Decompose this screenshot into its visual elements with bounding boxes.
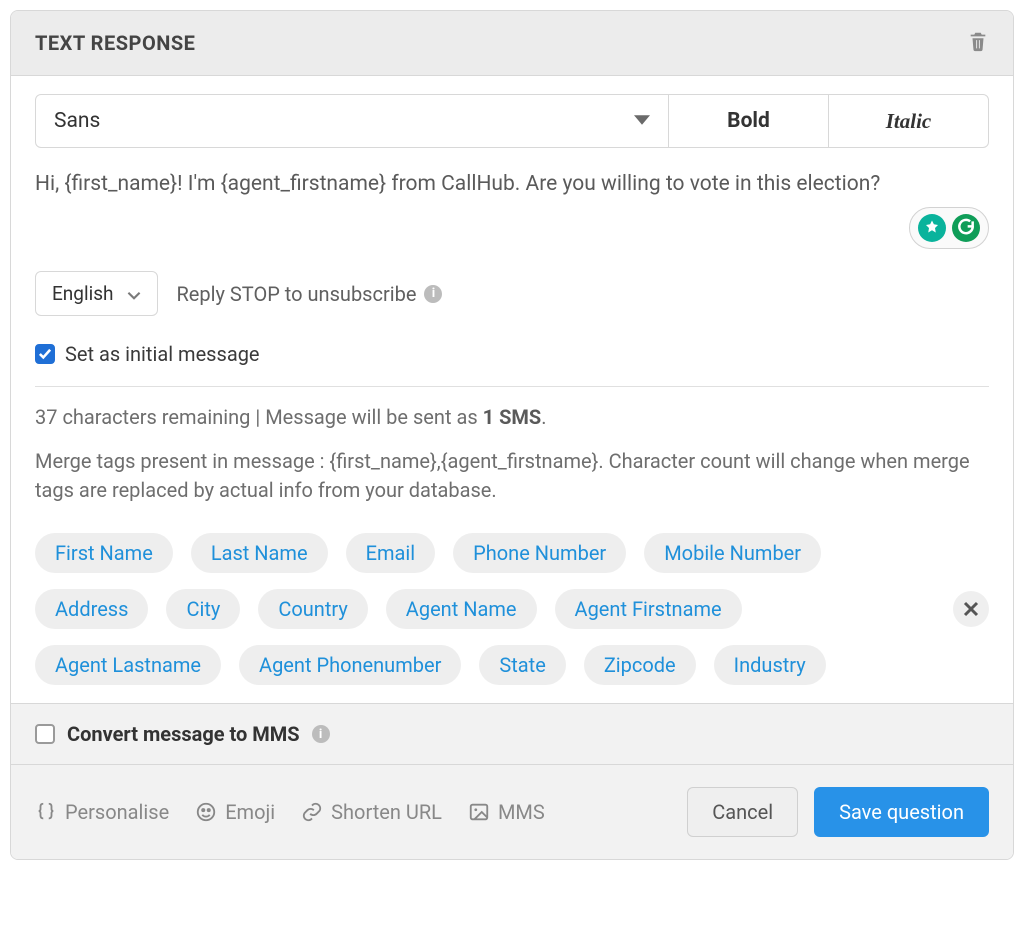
emoji-tool[interactable]: Emoji xyxy=(195,800,275,824)
language-row: English Reply STOP to unsubscribe i xyxy=(35,271,989,316)
initial-message-label: Set as initial message xyxy=(65,342,260,366)
merge-tags-note: Merge tags present in message : {first_n… xyxy=(35,447,989,505)
panel-body: Sans Bold Italic Hi, {first_name}! I'm {… xyxy=(11,76,1013,703)
footer-tools: Personalise Emoji Shorten URL MMS xyxy=(35,800,545,824)
merge-tag[interactable]: Country xyxy=(258,589,367,629)
merge-tag[interactable]: Agent Firstname xyxy=(555,589,742,629)
merge-tag[interactable]: First Name xyxy=(35,533,173,573)
merge-tag[interactable]: Agent Lastname xyxy=(35,645,221,685)
merge-tags-list: First Name Last Name Email Phone Number Mobi… xyxy=(35,533,939,685)
font-select[interactable]: Sans xyxy=(36,95,668,147)
character-counter: 37 characters remaining | Message will b… xyxy=(35,405,989,429)
info-icon[interactable]: i xyxy=(424,285,442,303)
grammarly-pill[interactable] xyxy=(909,207,989,249)
merge-tag[interactable]: Address xyxy=(35,589,148,629)
grammarly-icon xyxy=(952,214,980,242)
initial-message-row: Set as initial message xyxy=(35,342,989,366)
message-text[interactable]: Hi, {first_name}! I'm {agent_firstname} … xyxy=(35,170,989,199)
image-icon xyxy=(468,801,490,823)
text-response-panel: TEXT RESPONSE Sans Bold Italic Hi, {firs… xyxy=(10,10,1014,860)
convert-mms-label: Convert message to MMS xyxy=(67,722,300,746)
chevron-down-icon xyxy=(127,282,141,305)
footer-toolbar: Personalise Emoji Shorten URL MMS xyxy=(11,764,1013,859)
merge-tag[interactable]: Industry xyxy=(714,645,826,685)
mms-tool[interactable]: MMS xyxy=(468,800,545,824)
braces-icon xyxy=(35,801,57,823)
italic-button[interactable]: Italic xyxy=(828,95,988,147)
merge-tag[interactable]: Agent Phonenumber xyxy=(239,645,461,685)
merge-tag[interactable]: Last Name xyxy=(191,533,328,573)
close-tags-button[interactable] xyxy=(953,591,989,627)
merge-tag[interactable]: State xyxy=(479,645,565,685)
panel-header: TEXT RESPONSE xyxy=(11,11,1013,76)
grammarly-widget xyxy=(35,207,989,249)
merge-tag[interactable]: Zipcode xyxy=(584,645,696,685)
language-select-value: English xyxy=(52,282,113,305)
tone-icon xyxy=(918,214,946,242)
font-select-value: Sans xyxy=(54,109,100,133)
merge-tag[interactable]: Email xyxy=(346,533,436,573)
save-button[interactable]: Save question xyxy=(814,787,989,837)
merge-tag[interactable]: Mobile Number xyxy=(644,533,821,573)
bold-button[interactable]: Bold xyxy=(668,95,828,147)
convert-mms-checkbox[interactable] xyxy=(35,724,55,744)
caret-down-icon xyxy=(634,113,650,129)
convert-mms-row: Convert message to MMS i xyxy=(11,703,1013,764)
format-toolbar: Sans Bold Italic xyxy=(35,94,989,148)
personalise-tool[interactable]: Personalise xyxy=(35,800,169,824)
divider xyxy=(35,386,989,387)
merge-tag[interactable]: City xyxy=(166,589,240,629)
info-icon[interactable]: i xyxy=(312,725,330,743)
link-icon xyxy=(301,801,323,823)
merge-tags-area: First Name Last Name Email Phone Number Mobi… xyxy=(35,533,989,703)
merge-tag[interactable]: Agent Name xyxy=(386,589,537,629)
unsubscribe-note: Reply STOP to unsubscribe i xyxy=(176,282,442,306)
language-select[interactable]: English xyxy=(35,271,158,316)
shorten-url-tool[interactable]: Shorten URL xyxy=(301,800,442,824)
emoji-icon xyxy=(195,801,217,823)
merge-tag[interactable]: Phone Number xyxy=(453,533,626,573)
delete-icon[interactable] xyxy=(967,29,989,57)
footer-actions: Cancel Save question xyxy=(687,787,989,837)
cancel-button[interactable]: Cancel xyxy=(687,787,798,837)
panel-title: TEXT RESPONSE xyxy=(35,31,195,55)
initial-message-checkbox[interactable] xyxy=(35,344,55,364)
